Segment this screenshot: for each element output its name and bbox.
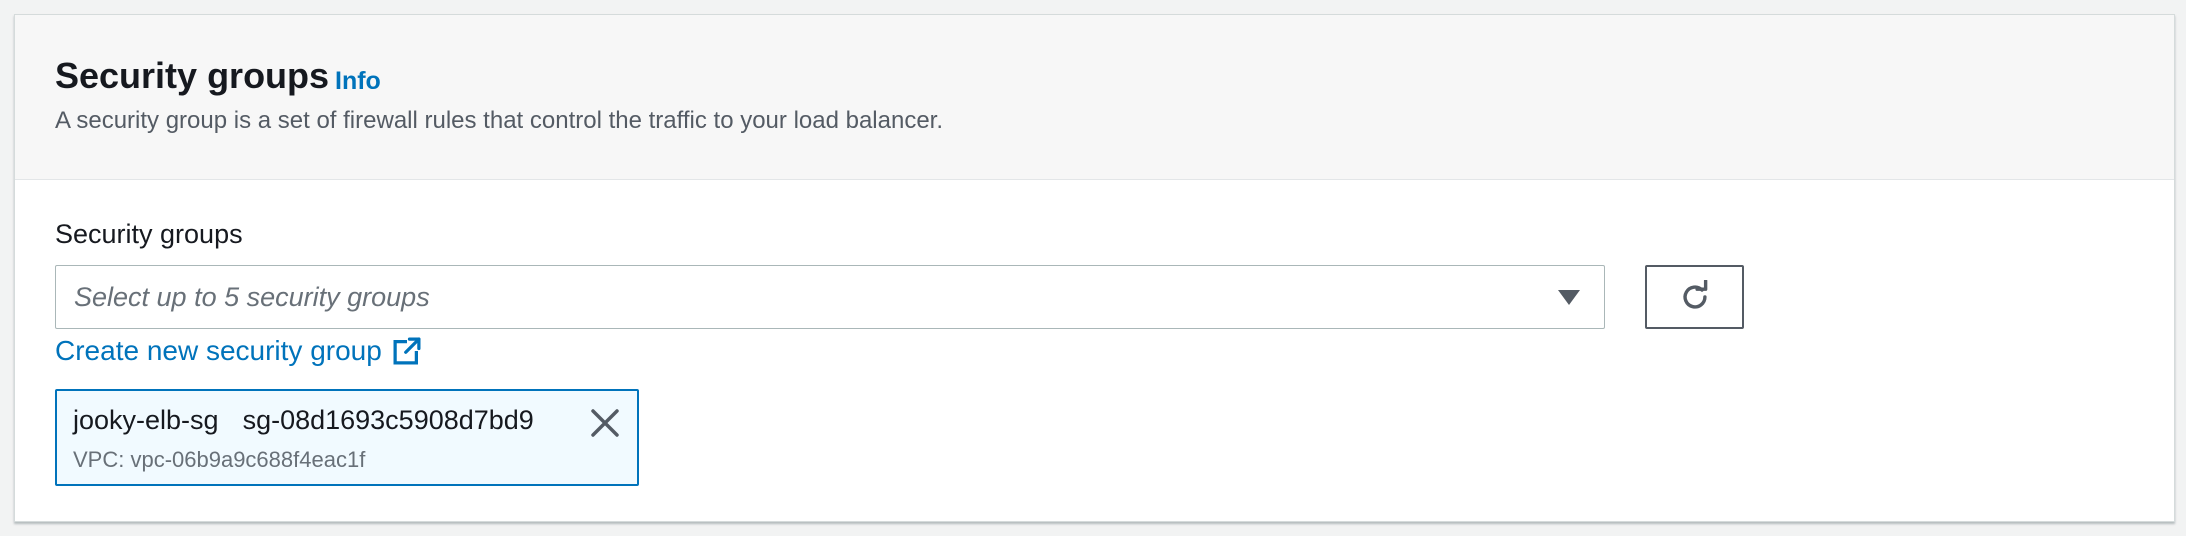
- close-icon[interactable]: [589, 407, 621, 439]
- caret-down-icon: [1558, 290, 1580, 305]
- select-placeholder: Select up to 5 security groups: [74, 282, 430, 312]
- create-security-group-link[interactable]: Create new security group: [55, 335, 422, 367]
- create-link-label: Create new security group: [55, 335, 382, 366]
- refresh-button[interactable]: [1645, 265, 1744, 329]
- selected-security-group-token: jooky-elb-sg sg-08d1693c5908d7bd9 VPC: vp…: [55, 389, 639, 486]
- panel-header: Security groups Info A security group is…: [15, 15, 2174, 180]
- security-groups-panel: Security groups Info A security group is…: [14, 14, 2175, 522]
- security-groups-label: Security groups: [55, 219, 243, 249]
- security-groups-select[interactable]: Select up to 5 security groups: [55, 265, 1605, 329]
- token-group-name: jooky-elb-sg: [73, 405, 219, 435]
- section-description: A security group is a set of firewall ru…: [55, 107, 944, 134]
- token-vpc: VPC: vpc-06b9a9c688f4eac1f: [73, 447, 366, 472]
- section-title: Security groups: [55, 55, 330, 96]
- token-group-id: sg-08d1693c5908d7bd9: [242, 405, 534, 435]
- refresh-icon: [1682, 280, 1707, 309]
- info-link[interactable]: Info: [335, 67, 381, 96]
- token-main-line: jooky-elb-sg sg-08d1693c5908d7bd9: [73, 405, 534, 436]
- external-link-icon: [392, 336, 422, 366]
